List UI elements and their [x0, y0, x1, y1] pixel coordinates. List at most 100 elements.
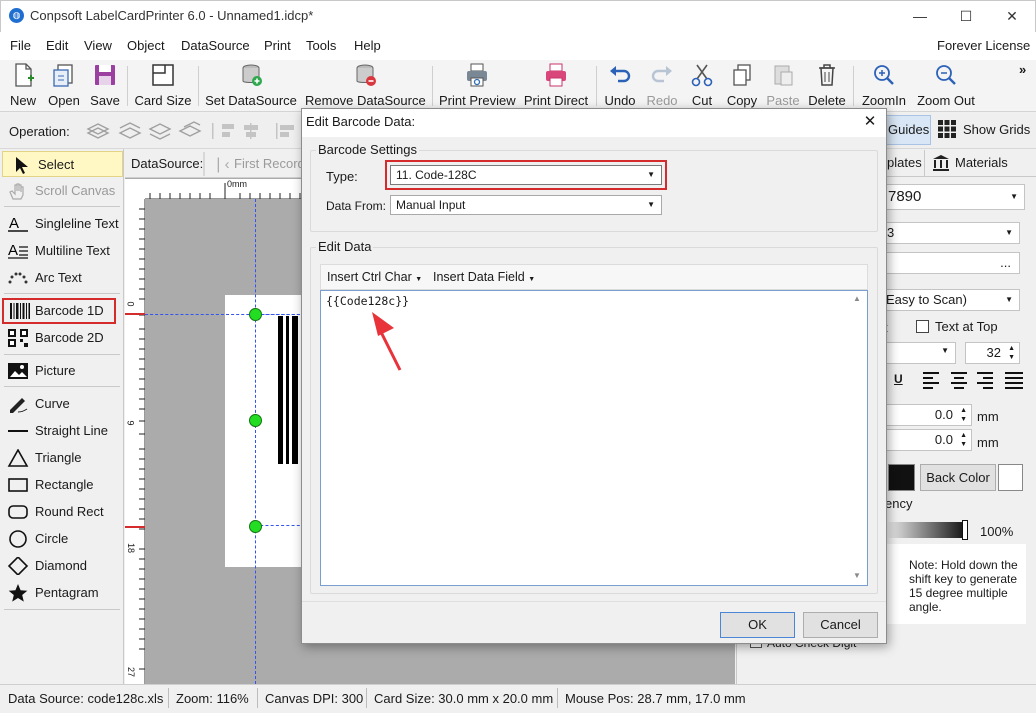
barcode-value-combo[interactable]: 7890 ▼: [870, 184, 1025, 210]
panel-divider: [4, 206, 120, 207]
fore-color-swatch[interactable]: [888, 464, 915, 491]
tool-rectangle[interactable]: Rectangle: [0, 472, 123, 498]
tab-templates[interactable]: plates: [887, 155, 922, 170]
menu-help[interactable]: Help: [354, 38, 381, 53]
close-window-button[interactable]: ✕: [997, 6, 1027, 26]
zoom-out-button[interactable]: Zoom Out: [914, 62, 978, 108]
browse-button[interactable]: ...: [1000, 255, 1011, 270]
transparency-slider[interactable]: [886, 522, 966, 538]
ok-button[interactable]: OK: [720, 612, 795, 638]
paste-button[interactable]: Paste: [765, 62, 801, 108]
scroll-up-icon[interactable]: ▲: [853, 294, 861, 303]
star-icon: [8, 584, 28, 602]
status-dpi: Canvas DPI: 300: [265, 691, 364, 706]
tool-barcode-1d[interactable]: Barcode 1D: [2, 298, 116, 324]
tool-curve[interactable]: Curve: [0, 391, 123, 417]
copy-button[interactable]: Copy: [724, 62, 760, 108]
menu-view[interactable]: View: [84, 38, 112, 53]
undo-button[interactable]: Undo: [602, 62, 638, 108]
tool-round-rect[interactable]: Round Rect: [0, 499, 123, 525]
x-position-spinner[interactable]: 0.0 ▲ ▼: [886, 404, 972, 426]
save-button[interactable]: Save: [89, 62, 121, 108]
resize-handle[interactable]: [249, 308, 262, 321]
align-text-icons: [923, 372, 1023, 389]
tool-multiline-text[interactable]: A Multiline Text: [0, 238, 123, 264]
spinner-arrows-icon[interactable]: ▲ ▼: [1008, 344, 1015, 362]
tool-picture[interactable]: Picture: [0, 358, 123, 384]
new-button[interactable]: New: [6, 62, 40, 108]
font-size-spinner[interactable]: 32 ▲ ▼: [965, 342, 1020, 364]
transparency-value: 100%: [980, 524, 1014, 539]
tool-scroll-canvas[interactable]: Scroll Canvas: [0, 178, 123, 204]
open-file-icon: [53, 64, 73, 87]
readability-combo[interactable]: Easy to Scan) ▼: [880, 289, 1020, 311]
tool-circle[interactable]: Circle: [0, 526, 123, 552]
menu-tools[interactable]: Tools: [306, 38, 336, 53]
property-field[interactable]: ...: [870, 252, 1020, 274]
dialog-close-button[interactable]: ✕: [858, 112, 882, 132]
card-size-button[interactable]: Card Size: [134, 62, 192, 108]
print-preview-button[interactable]: Print Preview: [439, 62, 516, 108]
cut-button[interactable]: Cut: [686, 62, 718, 108]
minimize-button[interactable]: —: [905, 6, 935, 26]
underline-button[interactable]: U: [894, 372, 903, 386]
tool-triangle[interactable]: Triangle: [0, 445, 123, 471]
redo-button[interactable]: Redo: [644, 62, 680, 108]
toolbar-overflow-icon[interactable]: »: [1019, 62, 1026, 77]
remove-datasource-button[interactable]: Remove DataSource: [305, 62, 426, 108]
font-combo[interactable]: ▼: [880, 342, 956, 364]
status-card-size: Card Size: 30.0 mm x 20.0 mm: [374, 691, 554, 706]
property-combo[interactable]: 3 ▼: [870, 222, 1020, 244]
menu-file[interactable]: File: [10, 38, 31, 53]
redo-label: Redo: [646, 93, 678, 108]
resize-handle[interactable]: [249, 414, 262, 427]
chevron-down-icon: ▼: [528, 276, 536, 283]
panel-divider: [4, 293, 120, 294]
y-position-spinner[interactable]: 0.0 ▲ ▼: [886, 429, 972, 451]
round-rect-icon: [8, 505, 28, 519]
tool-arc-text[interactable]: Arc Text: [0, 265, 123, 291]
tool-diamond[interactable]: Diamond: [0, 553, 123, 579]
back-color-button[interactable]: Back Color: [920, 464, 996, 491]
data-from-select[interactable]: Manual Input ▼: [390, 195, 662, 215]
print-direct-button[interactable]: Print Direct: [523, 62, 589, 108]
tool-pentagram[interactable]: Pentagram: [0, 580, 123, 606]
tool-straight-line[interactable]: Straight Line: [0, 418, 123, 444]
insert-data-field-dropdown[interactable]: Insert Data Field ▼: [433, 270, 535, 284]
insert-ctrl-char-dropdown[interactable]: Insert Ctrl Char ▼: [327, 270, 422, 284]
tool-barcode-2d-label: Barcode 2D: [35, 330, 104, 345]
set-datasource-button[interactable]: Set DataSource: [205, 62, 297, 108]
first-record-button[interactable]: First Record: [234, 156, 305, 171]
svg-text:A: A: [8, 242, 18, 259]
layer-order-tools: [84, 119, 204, 143]
ruler-label-18: 18: [126, 542, 137, 554]
text-at-top-checkbox[interactable]: [916, 320, 929, 333]
back-color-swatch[interactable]: [998, 464, 1023, 491]
maximize-button[interactable]: ☐: [951, 6, 981, 26]
editor-content[interactable]: {{Code128c}}: [326, 294, 409, 308]
tool-barcode-2d[interactable]: Barcode 2D: [0, 325, 123, 351]
barcode-type-select[interactable]: 11. Code-128C ▼: [390, 165, 662, 185]
tab-materials[interactable]: Materials: [955, 155, 1008, 170]
scroll-down-icon[interactable]: ▼: [853, 571, 861, 580]
open-button[interactable]: Open: [46, 62, 82, 108]
cancel-button[interactable]: Cancel: [803, 612, 878, 638]
zoom-in-button[interactable]: ZoomIn: [859, 62, 909, 108]
spinner-arrows-icon[interactable]: ▲ ▼: [960, 431, 967, 449]
menu-print[interactable]: Print: [264, 38, 291, 53]
tool-singleline-text[interactable]: A Singleline Text: [0, 211, 123, 237]
delete-button[interactable]: Delete: [806, 62, 848, 108]
menu-datasource[interactable]: DataSource: [181, 38, 250, 53]
text-align-buttons[interactable]: [922, 371, 1026, 389]
menu-object[interactable]: Object: [127, 38, 165, 53]
tool-select[interactable]: Select: [2, 151, 123, 177]
resize-handle[interactable]: [249, 520, 262, 533]
tool-multiline-text-label: Multiline Text: [35, 243, 110, 258]
remove-datasource-label: Remove DataSource: [305, 93, 426, 108]
menu-edit[interactable]: Edit: [46, 38, 68, 53]
trash-icon: [819, 64, 835, 86]
slider-thumb[interactable]: [962, 520, 968, 540]
spinner-arrows-icon[interactable]: ▲ ▼: [960, 406, 967, 424]
layer-icons: [86, 121, 202, 140]
show-grids-toggle[interactable]: Show Grids: [963, 122, 1030, 137]
